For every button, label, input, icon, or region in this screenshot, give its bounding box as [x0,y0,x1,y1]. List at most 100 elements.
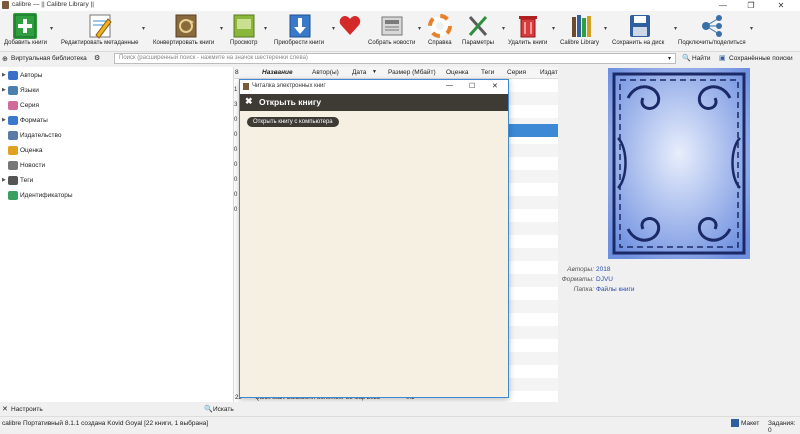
add-books-button[interactable]: Добавить книги ▾ [0,11,53,51]
tag-browser-item[interactable]: ▶ Языки [0,85,233,97]
viewer-window-title: Читалка электронных книг [252,83,326,89]
tag-browser-item[interactable]: Серия [0,100,233,112]
calibre-library-button[interactable]: Calibre Library ▾ [558,11,607,51]
save-to-disk-label: Сохранить на диск [612,40,665,46]
chevron-down-icon[interactable]: ▾ [668,55,671,62]
tag-browser-item[interactable]: Новости [0,160,233,172]
column-header-rating[interactable]: Оценка [446,69,469,76]
search-icon: 🔍 [682,55,691,62]
tag-browser-item-label: Новости [20,162,46,169]
expand-arrow-icon[interactable]: ▶ [2,87,6,93]
preferences-button[interactable]: Параметры ▾ [460,11,505,51]
open-book-from-computer-button[interactable]: Открыть книгу с компьютера [247,117,339,127]
table-row[interactable] [506,248,558,261]
table-row[interactable] [506,170,558,183]
close-icon[interactable]: ✕ [770,0,792,11]
convert-books-button[interactable]: Конвертировать книги ▾ [150,11,223,51]
star-icon [8,146,18,155]
expand-arrow-icon[interactable]: ▶ [2,72,6,78]
chevron-down-icon[interactable]: ▾ [604,25,607,32]
table-row[interactable] [506,196,558,209]
configure-button[interactable]: Настроить [11,406,43,413]
help-button[interactable]: Справка [424,11,456,51]
tools-icon: ✕ [2,406,8,413]
tag-browser-item[interactable]: Издательство [0,130,233,142]
view-label: Просмотр [230,40,258,46]
tag-browser-item[interactable]: ▶ Теги [0,175,233,187]
news-icon [8,161,18,170]
chevron-down-icon[interactable]: ▾ [552,25,555,32]
search-row: ⊕ Виртуальная библиотека ⚙ Поиск (расшир… [0,52,800,66]
minimize-icon[interactable]: — [446,82,453,89]
minimize-icon[interactable]: — [712,0,734,11]
folder-value[interactable]: Файлы книги [596,286,635,293]
find-button[interactable]: Найти [692,55,711,62]
close-panel-icon[interactable]: ✖ [245,96,253,107]
virtual-library-button[interactable]: Виртуальная библиотека [11,55,87,62]
chevron-down-icon[interactable]: ▾ [502,25,505,32]
column-header-authors[interactable]: Автор(ы) [312,69,339,76]
tag-browser-item[interactable]: ▶ Форматы [0,115,233,127]
get-books-button[interactable]: Приобрести книги ▾ [270,11,335,51]
edit-metadata-icon [88,13,112,39]
chevron-down-icon[interactable]: ▾ [418,25,421,32]
table-row[interactable] [506,378,558,391]
close-icon[interactable]: ✕ [492,82,498,90]
column-header-date[interactable]: Дата [352,69,366,76]
connect-share-button[interactable]: Подключить/поделиться ▾ [676,11,753,51]
viewer-app-icon [243,83,249,90]
remove-books-label: Удалить книги [508,40,548,46]
tag-browser-item[interactable]: Оценка [0,145,233,157]
find-tag-button[interactable]: Искать [213,406,234,413]
publisher-icon [8,131,18,140]
column-header-size[interactable]: Размер (Мбайт) [388,69,436,76]
view-button[interactable]: Просмотр ▾ [226,11,267,51]
layout-button[interactable]: Макет [741,420,759,427]
remove-books-button[interactable]: Удалить книги ▾ [506,11,555,51]
maximize-icon[interactable]: ☐ [469,82,475,90]
chevron-down-icon[interactable]: ▾ [750,25,753,32]
get-books-label: Приобрести книги [274,40,325,46]
formats-key: Форматы: [561,276,594,283]
tag-browser-item[interactable]: ▶ Авторы [0,70,233,82]
column-header-tags[interactable]: Теги [481,69,494,76]
jobs-indicator[interactable]: Задания: 0 [768,420,800,434]
donate-button[interactable] [336,11,364,51]
chevron-down-icon[interactable]: ▾ [332,25,335,32]
column-header-num[interactable]: 8 [235,69,239,76]
table-row[interactable] [506,352,558,365]
chevron-down-icon[interactable]: ▾ [50,25,53,32]
table-row[interactable] [506,274,558,287]
column-header-publisher[interactable]: Издат [540,69,558,76]
languages-icon [8,86,18,95]
table-row[interactable] [506,300,558,313]
saved-searches-button[interactable]: Сохранённые поиски [729,55,793,62]
help-label: Справка [428,40,452,46]
tag-browser-item[interactable]: Идентификаторы [0,190,233,202]
restore-icon[interactable]: ❐ [740,0,762,11]
column-header-series[interactable]: Серия [507,69,526,76]
search-input[interactable]: Поиск (расширенный поиск - нажмите на зн… [114,53,676,64]
authors-value[interactable]: 2018 [596,266,610,273]
save-to-disk-button[interactable]: Сохранить на диск ▾ [610,11,677,51]
edit-metadata-button[interactable]: Редактировать метаданные ▾ [58,11,145,51]
gear-icon[interactable]: ⚙ [94,54,100,62]
chevron-down-icon[interactable]: ▾ [142,25,145,32]
identifiers-icon [8,191,18,200]
expand-arrow-icon[interactable]: ▶ [2,177,6,183]
ebook-viewer-window: Читалка электронных книг — ☐ ✕ ✖ Открыть… [239,79,509,398]
preferences-label: Параметры [462,40,494,46]
table-row[interactable] [506,326,558,339]
book-cover[interactable] [608,68,750,259]
expand-arrow-icon[interactable]: ▶ [2,117,6,123]
table-row[interactable] [506,144,558,157]
selected-row-highlight[interactable] [506,124,558,137]
table-row[interactable] [506,222,558,235]
table-row[interactable] [506,92,558,105]
heart-icon [338,13,362,39]
chevron-down-icon[interactable]: ▾ [220,25,223,32]
fetch-news-button[interactable]: Собрать новости ▾ [366,11,421,51]
chevron-down-icon[interactable]: ▾ [264,25,267,32]
formats-value[interactable]: DJVU [596,276,613,283]
column-header-title[interactable]: Название [262,69,293,76]
